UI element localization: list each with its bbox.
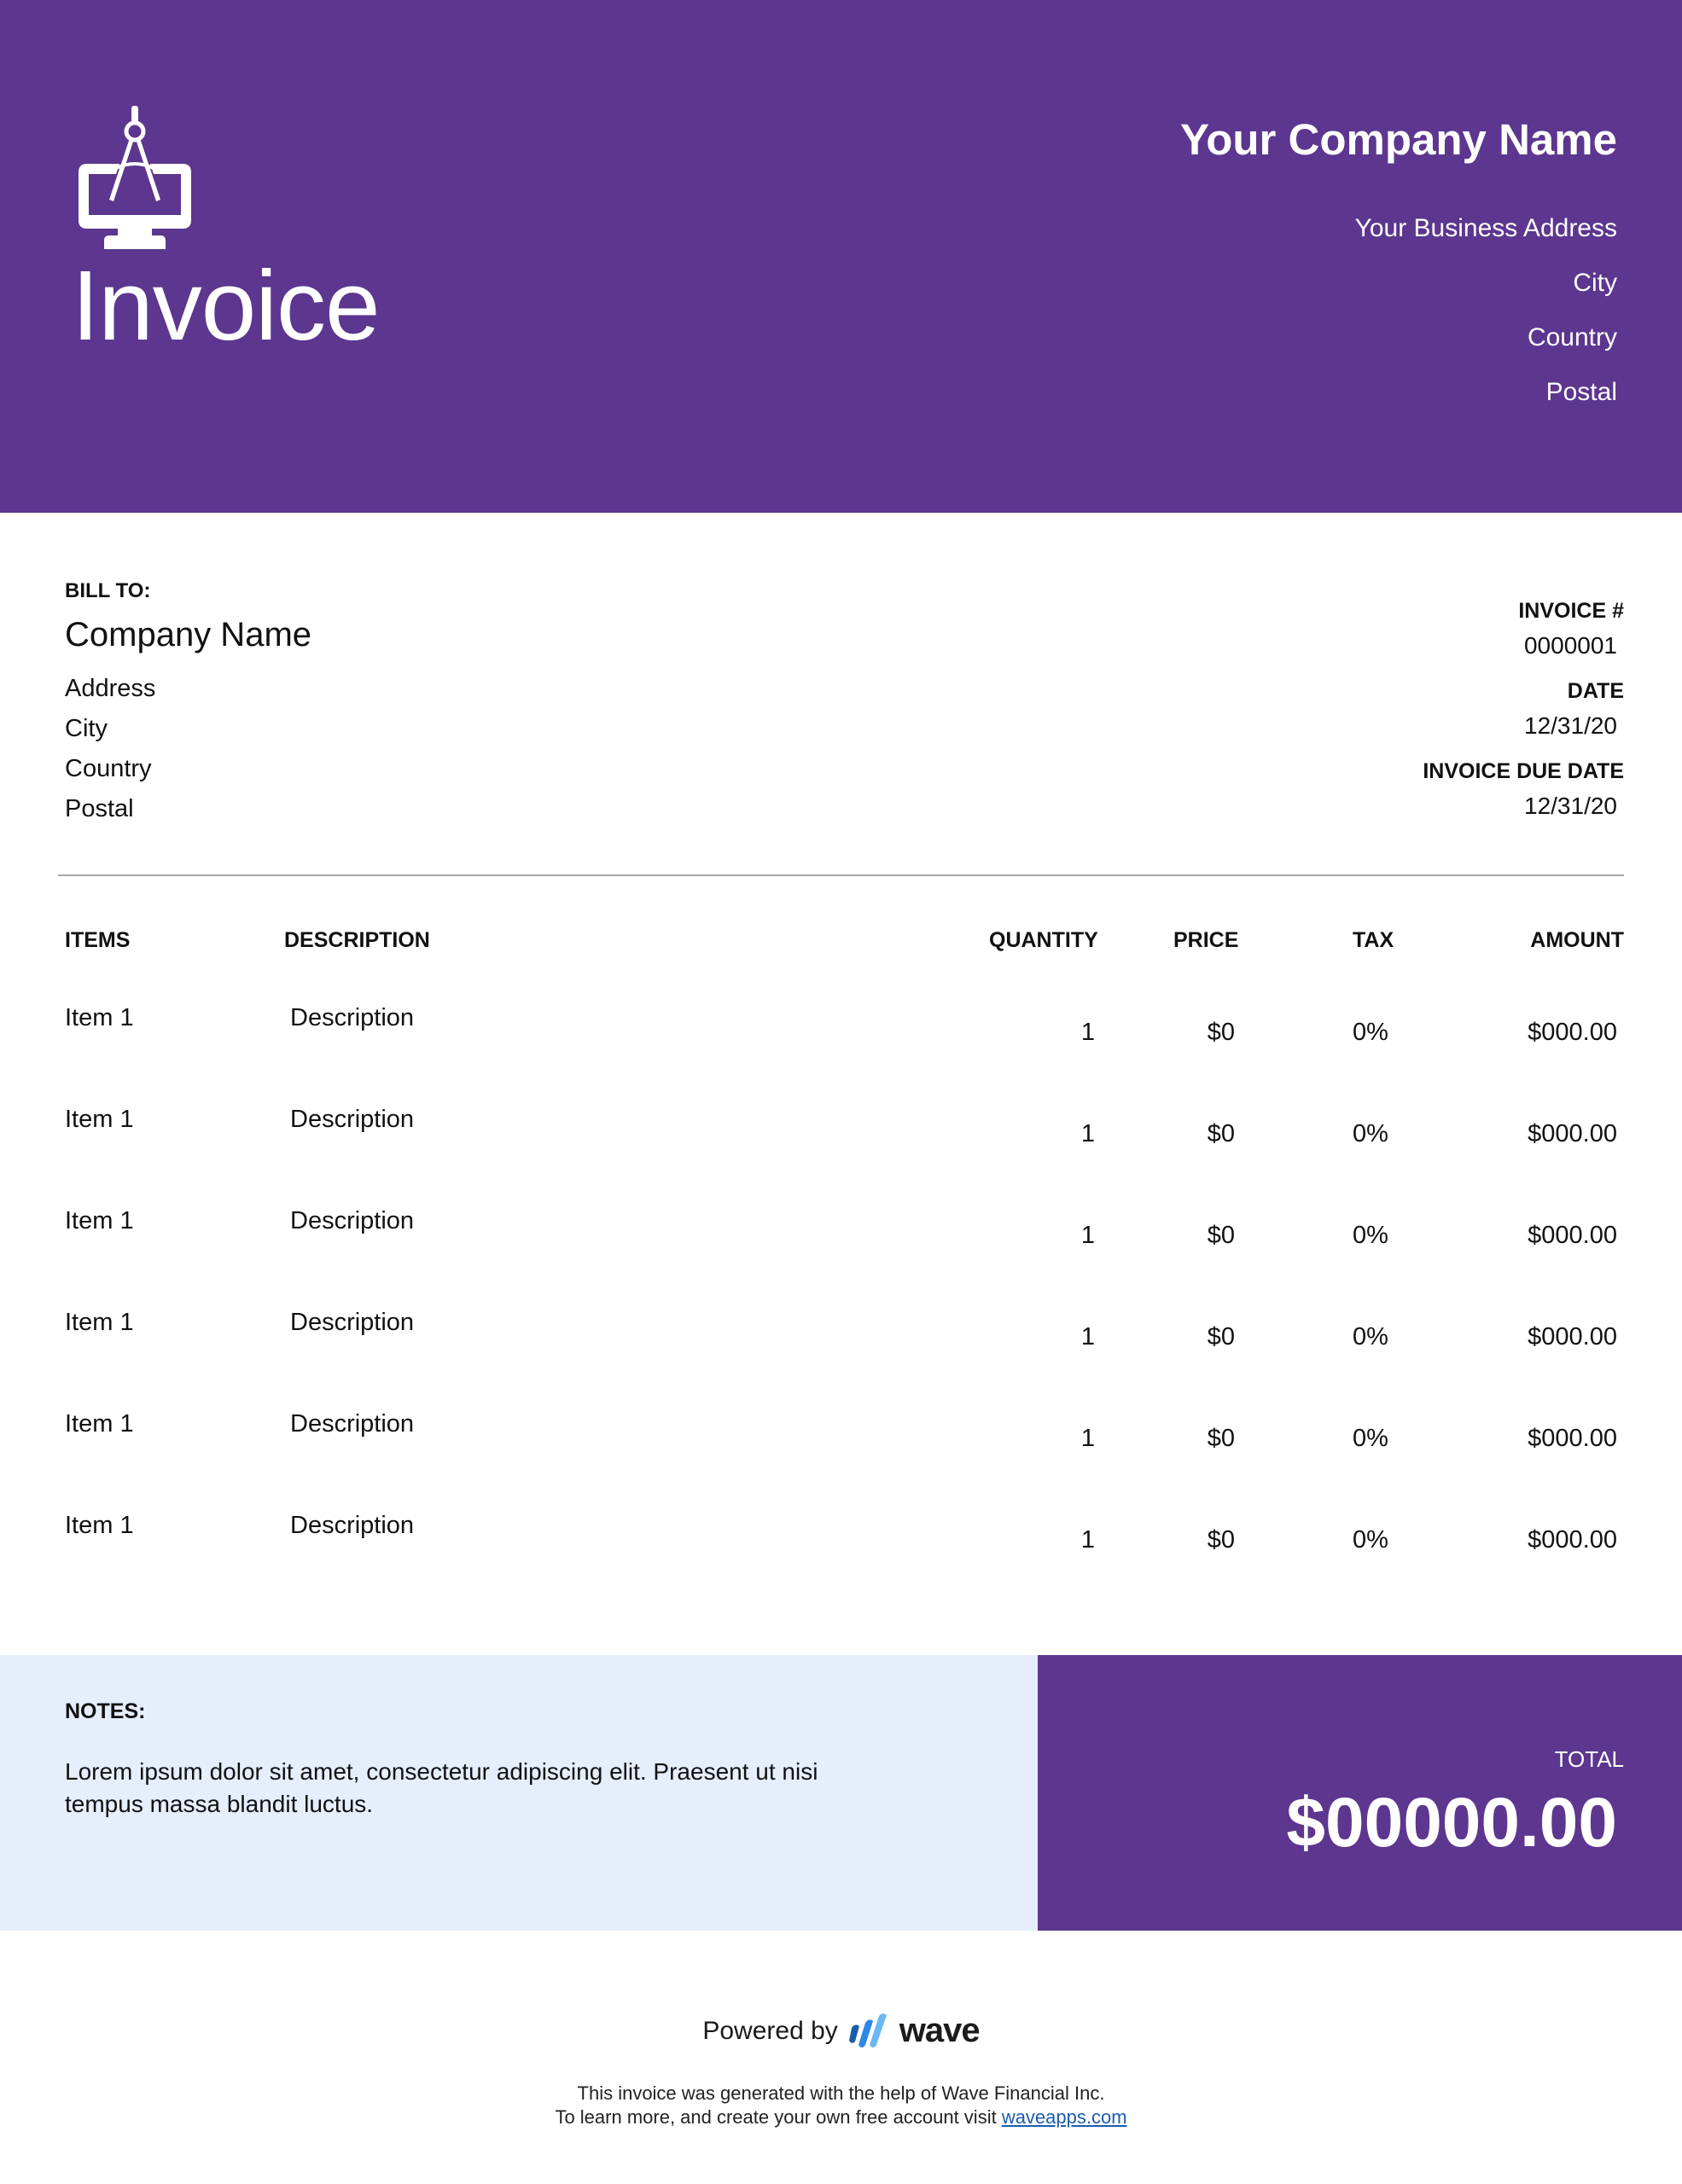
powered-by-label: Powered by — [702, 2016, 838, 2045]
company-address: Your Business Address — [1354, 214, 1617, 242]
row-description: Description — [290, 1410, 415, 1438]
company-name: Your Company Name — [1180, 115, 1617, 164]
bill-to-address-block: Address City Country Postal — [65, 674, 155, 834]
footer-line-2: To learn more, and create your own free … — [0, 2106, 1682, 2129]
table-row: Item 1 Description 1 $0 0% $000.00 — [0, 1512, 1682, 1613]
row-quantity: 1 — [1080, 1019, 1095, 1046]
table-row: Item 1 Description 1 $0 0% $000.00 — [0, 1106, 1682, 1207]
invoice-number: 0000001 — [1523, 632, 1617, 659]
row-quantity: 1 — [1080, 1425, 1095, 1452]
row-amount: $000.00 — [1528, 1323, 1617, 1350]
column-header-amount: AMOUNT — [1530, 928, 1624, 952]
invoice-title: Invoice — [72, 250, 381, 361]
invoice-date-label: DATE — [1567, 679, 1624, 703]
footer-line-2-text: To learn more, and create your own free … — [555, 2106, 1002, 2128]
notes-text: Lorem ipsum dolor sit amet, consectetur … — [65, 1758, 818, 1817]
row-tax: 0% — [1353, 1019, 1388, 1046]
column-header-tax: TAX — [1353, 928, 1394, 952]
column-header-quantity: QUANTITY — [989, 928, 1098, 952]
total-section: TOTAL $00000.00 — [1038, 1655, 1682, 1931]
row-price: $0 — [1207, 1526, 1235, 1554]
company-country: Country — [1527, 323, 1617, 351]
column-header-description: DESCRIPTION — [284, 928, 430, 952]
row-tax: 0% — [1353, 1425, 1388, 1452]
powered-by: Powered by wave — [0, 2012, 1682, 2050]
row-price: $0 — [1207, 1323, 1235, 1350]
row-tax: 0% — [1353, 1526, 1388, 1554]
section-divider — [58, 874, 1624, 876]
row-amount: $000.00 — [1528, 1019, 1617, 1046]
row-description: Description — [290, 1106, 415, 1133]
invoice-number-label: INVOICE # — [1518, 599, 1624, 623]
row-description: Description — [290, 1207, 415, 1234]
total-label: TOTAL — [1554, 1746, 1624, 1772]
row-price: $0 — [1207, 1425, 1235, 1452]
invoice-due-date: 12/31/20 — [1524, 793, 1617, 819]
invoice-due-date-label: INVOICE DUE DATE — [1423, 759, 1624, 783]
row-item: Item 1 — [65, 1106, 134, 1133]
company-address-block: Your Business Address City Country Posta… — [1355, 213, 1617, 432]
invoice-header: Invoice Your Company Name Your Business … — [0, 0, 1682, 513]
row-tax: 0% — [1353, 1222, 1388, 1249]
table-row: Item 1 Description 1 $0 0% $000.00 — [0, 1309, 1682, 1410]
wave-logo-icon — [848, 2013, 887, 2048]
row-item: Item 1 — [65, 1410, 134, 1438]
row-description: Description — [290, 1512, 415, 1539]
row-quantity: 1 — [1080, 1526, 1095, 1554]
company-city: City — [1573, 269, 1617, 297]
footer-text: This invoice was generated with the help… — [0, 2082, 1682, 2129]
row-item: Item 1 — [65, 1309, 134, 1336]
row-price: $0 — [1207, 1222, 1235, 1249]
table-row: Item 1 Description 1 $0 0% $000.00 — [0, 1410, 1682, 1512]
table-row: Item 1 Description 1 $0 0% $000.00 — [0, 1207, 1682, 1309]
row-item: Item 1 — [65, 1207, 134, 1234]
wave-brand-name: wave — [899, 2012, 981, 2049]
row-item: Item 1 — [65, 1512, 134, 1539]
row-price: $0 — [1207, 1120, 1235, 1147]
waveapps-link[interactable]: waveapps.com — [1002, 2106, 1127, 2128]
company-postal: Postal — [1545, 378, 1617, 406]
row-quantity: 1 — [1080, 1323, 1095, 1350]
bill-to-city: City — [65, 715, 108, 742]
row-tax: 0% — [1353, 1323, 1388, 1350]
notes-label: NOTES: — [65, 1699, 146, 1723]
bill-to-label: BILL TO: — [65, 579, 151, 602]
row-amount: $000.00 — [1528, 1425, 1617, 1452]
row-amount: $000.00 — [1528, 1526, 1617, 1554]
monitor-with-drafting-compass-icon — [79, 106, 191, 249]
row-price: $0 — [1207, 1019, 1235, 1046]
bill-to-company-name: Company Name — [65, 616, 312, 653]
row-amount: $000.00 — [1528, 1222, 1617, 1249]
bill-to-postal: Postal — [65, 795, 134, 822]
invoice-date: 12/31/20 — [1524, 712, 1617, 739]
total-value: $00000.00 — [1286, 1784, 1617, 1862]
bill-to-address: Address — [65, 675, 156, 702]
footer-line-1: This invoice was generated with the help… — [577, 2082, 1105, 2104]
table-row: Item 1 Description 1 $0 0% $000.00 — [0, 1004, 1682, 1106]
row-item: Item 1 — [65, 1004, 134, 1031]
notes-section: NOTES: Lorem ipsum dolor sit amet, conse… — [0, 1655, 1038, 1931]
bill-to-country: Country — [65, 755, 152, 782]
row-quantity: 1 — [1080, 1120, 1095, 1147]
row-description: Description — [290, 1309, 415, 1336]
row-description: Description — [290, 1004, 415, 1031]
row-quantity: 1 — [1080, 1222, 1095, 1249]
row-tax: 0% — [1353, 1120, 1388, 1147]
column-header-price: PRICE — [1173, 928, 1239, 952]
row-amount: $000.00 — [1528, 1120, 1617, 1147]
column-header-items: ITEMS — [65, 928, 131, 952]
invoice-meta: INVOICE # 0000001 DATE 12/31/20 INVOICE … — [1423, 597, 1624, 838]
